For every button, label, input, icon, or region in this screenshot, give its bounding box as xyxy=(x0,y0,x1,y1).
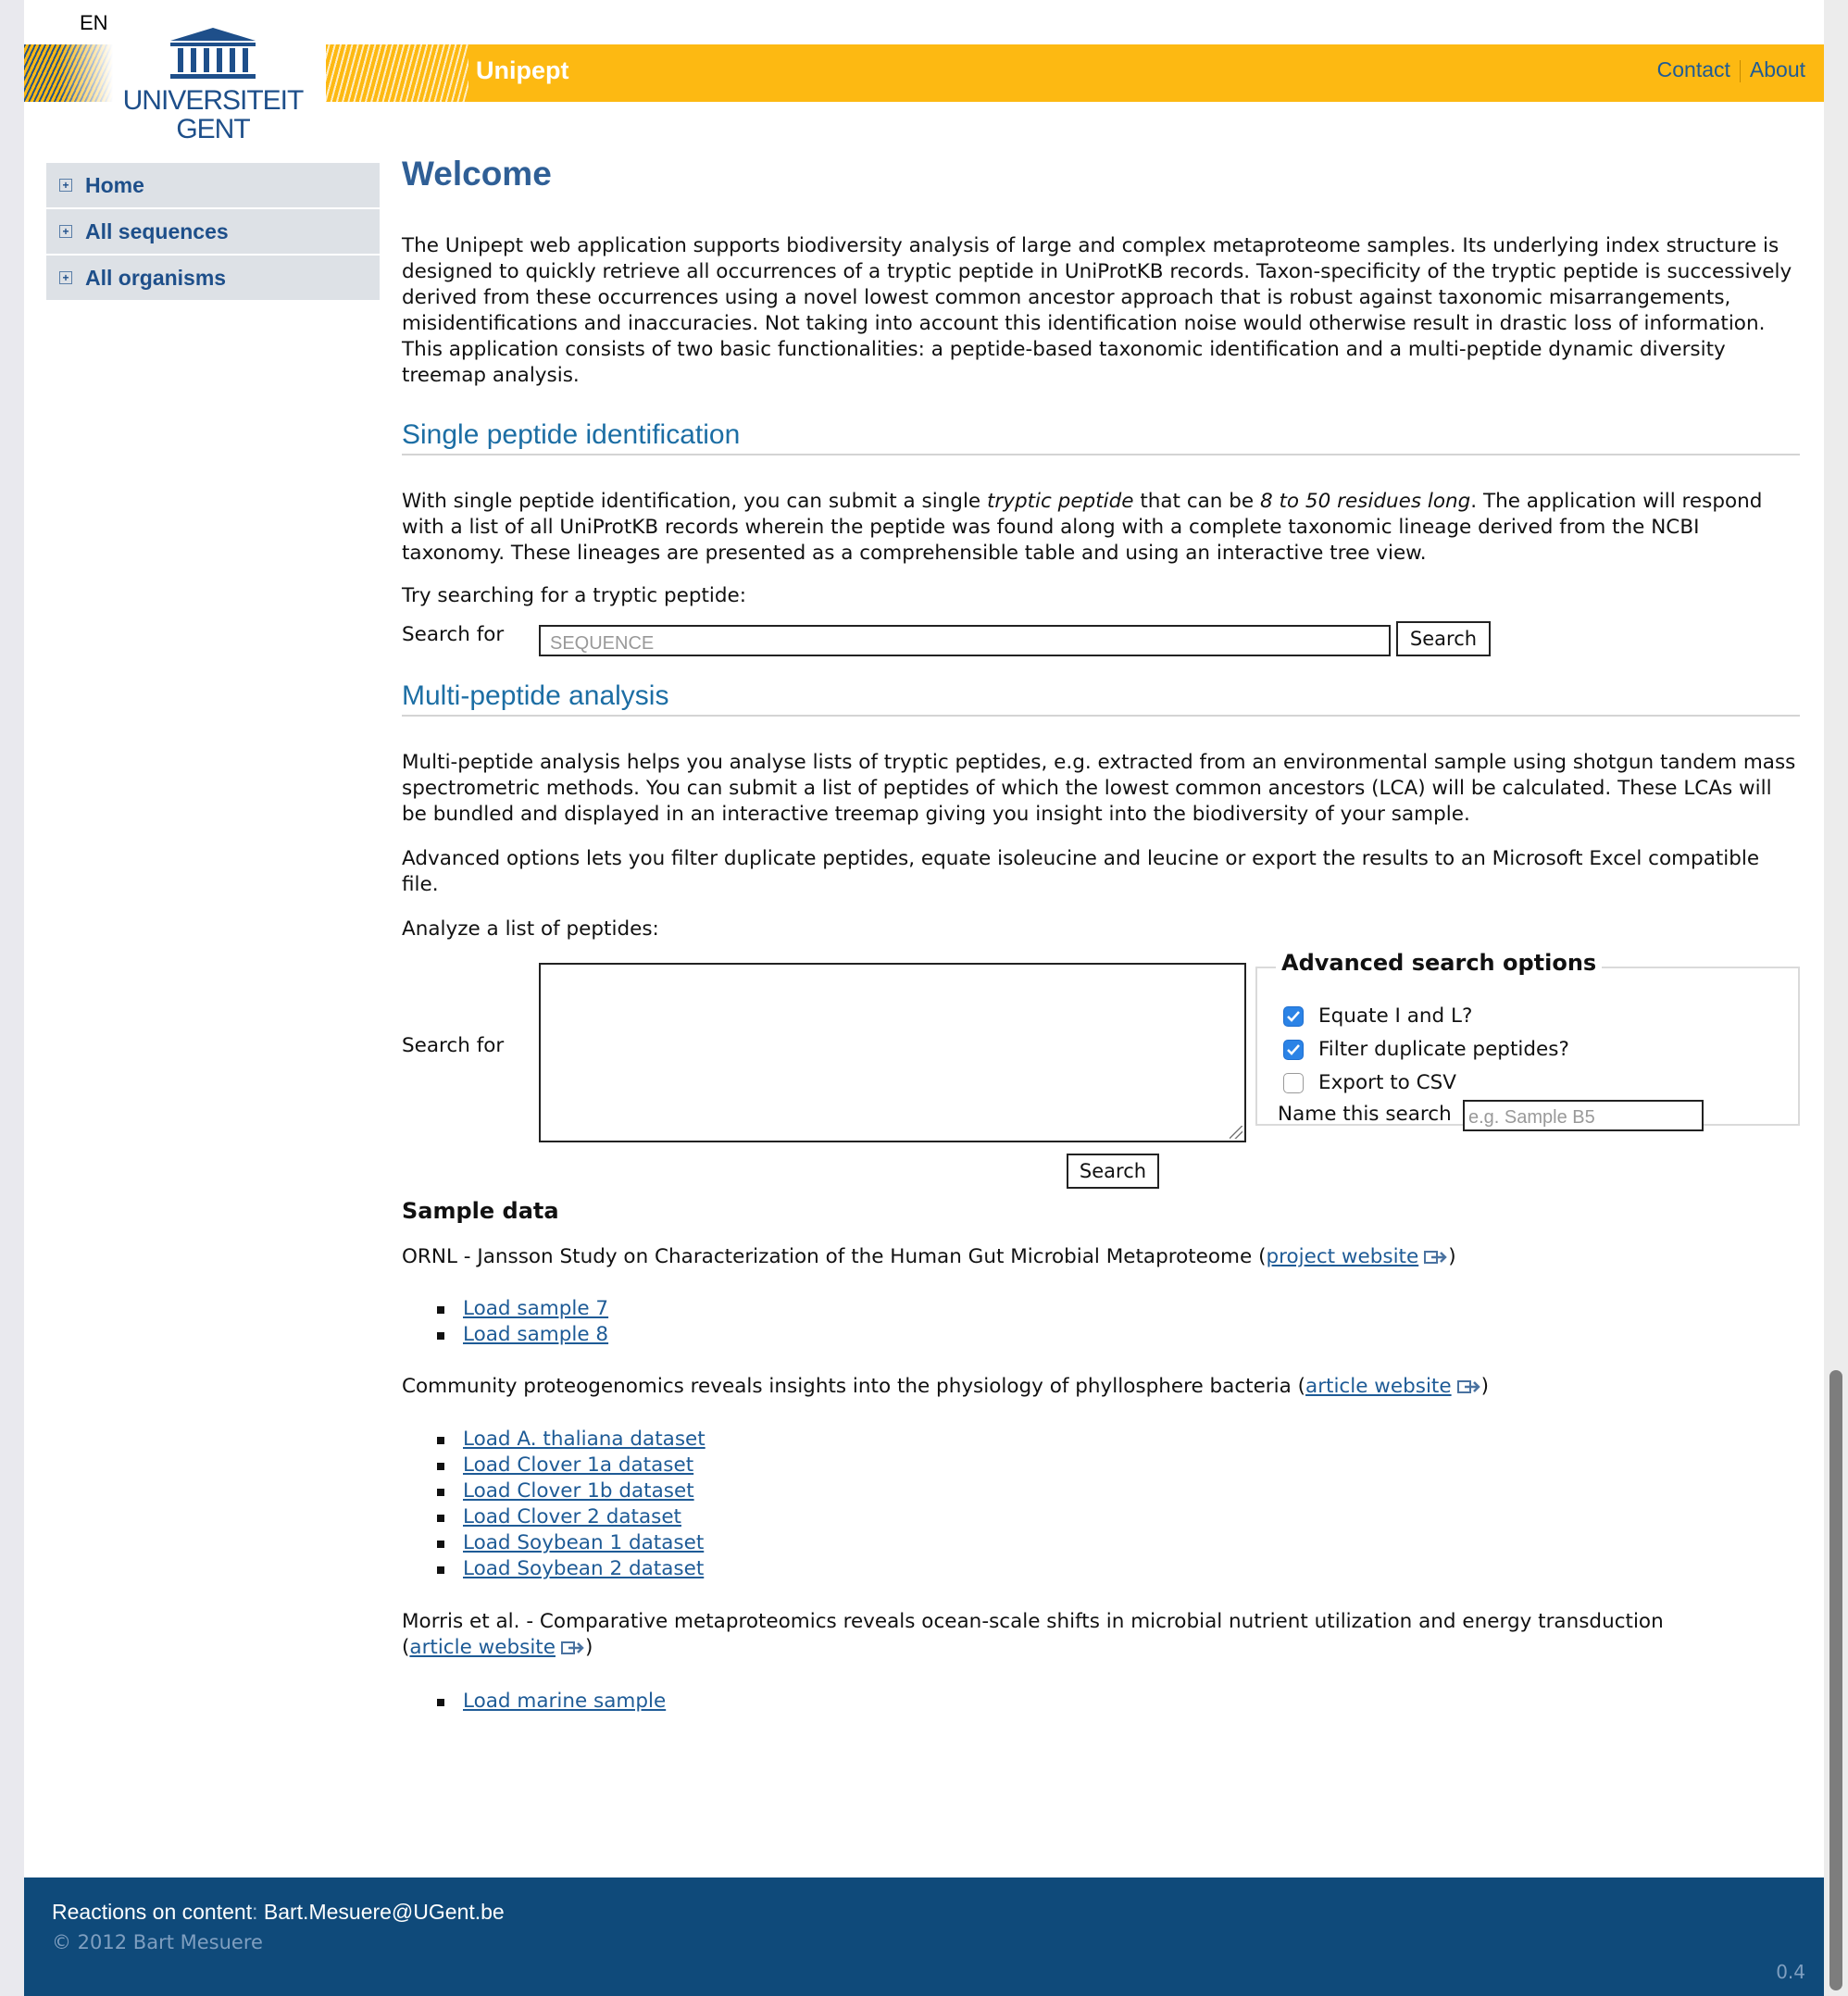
sidebar-item-all-organisms[interactable]: + All organisms xyxy=(46,256,380,300)
resize-grip-icon[interactable] xyxy=(1230,1126,1242,1139)
sidebar-item-all-sequences[interactable]: + All sequences xyxy=(46,209,380,254)
load-sample-link[interactable]: Load sample 8 xyxy=(463,1323,608,1346)
search-name-input[interactable]: e.g. Sample B5 xyxy=(1463,1100,1704,1131)
list-item: Load Clover 2 dataset xyxy=(437,1504,705,1530)
article-website-link[interactable]: article website xyxy=(409,1636,556,1659)
sample-data-heading: Sample data xyxy=(402,1198,559,1224)
list-item: Load Clover 1a dataset xyxy=(437,1453,705,1478)
about-link[interactable]: About xyxy=(1750,57,1805,81)
sidebar-item-label: All organisms xyxy=(85,265,227,290)
sample-group-1-title: ORNL - Jansson Study on Characterization… xyxy=(402,1245,1456,1268)
list-item: Load A. thaliana dataset xyxy=(437,1427,705,1453)
article-website-link[interactable]: article website xyxy=(1305,1375,1452,1398)
intro-paragraph: The Unipept web application supports bio… xyxy=(402,234,1792,387)
sample-list-1: Load sample 7 Load sample 8 xyxy=(402,1296,608,1348)
logo-text-line2: GENT xyxy=(176,114,250,144)
reactions-label: Reactions on content xyxy=(52,1900,253,1924)
expand-plus-icon: + xyxy=(59,271,72,284)
load-dataset-link[interactable]: Load A. thaliana dataset xyxy=(463,1428,705,1451)
ugent-logo[interactable]: UNIVERSITEIT GENT xyxy=(120,26,306,156)
single-search-button[interactable]: Search xyxy=(1396,621,1491,656)
sample-list-2: Load A. thaliana dataset Load Clover 1a … xyxy=(402,1427,705,1582)
equate-il-checkbox[interactable] xyxy=(1283,1006,1304,1027)
peptide-list-textarea[interactable] xyxy=(539,963,1246,1142)
sequence-search-input[interactable]: SEQUENCE xyxy=(539,625,1391,656)
sidebar-item-home[interactable]: + Home xyxy=(46,163,380,207)
sidebar-nav: + Home + All sequences + All organisms xyxy=(46,163,380,302)
export-csv-label: Export to CSV xyxy=(1318,1071,1456,1094)
sidebar-item-label: Home xyxy=(85,172,144,197)
equate-il-label: Equate I and L? xyxy=(1318,1004,1473,1028)
advanced-options-description: Advanced options lets you filter duplica… xyxy=(402,847,1760,896)
multi-search-button[interactable]: Search xyxy=(1067,1154,1159,1189)
load-dataset-link[interactable]: Load Clover 2 dataset xyxy=(463,1505,681,1528)
scrollbar-thumb[interactable] xyxy=(1829,1370,1842,1990)
try-search-text: Try searching for a tryptic peptide: xyxy=(402,584,747,607)
list-item: Load Soybean 2 dataset xyxy=(437,1556,705,1582)
load-sample-link[interactable]: Load sample 7 xyxy=(463,1297,608,1320)
list-item: Load sample 7 xyxy=(436,1296,608,1322)
top-links: Contact About xyxy=(1657,57,1805,82)
check-icon xyxy=(1287,1044,1300,1055)
expand-plus-icon: + xyxy=(59,225,72,238)
single-peptide-heading: Single peptide identification xyxy=(402,421,1800,455)
contact-email[interactable]: Bart.Mesuere@UGent.be xyxy=(264,1900,505,1924)
external-link-icon xyxy=(560,1641,584,1654)
site-title[interactable]: Unipept xyxy=(476,56,569,85)
advanced-options-legend: Advanced search options xyxy=(1276,950,1603,976)
filter-duplicates-label: Filter duplicate peptides? xyxy=(1318,1038,1569,1061)
building-icon xyxy=(170,28,256,79)
list-item: Load sample 8 xyxy=(436,1322,608,1348)
load-marine-sample-link[interactable]: Load marine sample xyxy=(463,1690,666,1713)
copyright: © 2012 Bart Mesuere xyxy=(52,1931,263,1953)
list-item: Load Soybean 1 dataset xyxy=(437,1530,705,1556)
load-dataset-link[interactable]: Load Clover 1a dataset xyxy=(463,1453,693,1477)
list-item: Load marine sample xyxy=(436,1689,666,1715)
export-csv-checkbox[interactable] xyxy=(1283,1073,1304,1093)
project-website-link[interactable]: project website xyxy=(1266,1245,1418,1268)
sample-group-3-title: Morris et al. - Comparative metaproteomi… xyxy=(402,1610,1664,1659)
single-peptide-description: With single peptide identification, you … xyxy=(402,490,1763,565)
load-dataset-link[interactable]: Load Clover 1b dataset xyxy=(463,1479,694,1503)
load-dataset-link[interactable]: Load Soybean 2 dataset xyxy=(463,1557,704,1580)
logo-text-line1: UNIVERSITEIT xyxy=(122,85,305,116)
expand-plus-icon: + xyxy=(59,179,72,192)
external-link-icon xyxy=(1456,1380,1480,1393)
link-separator xyxy=(1739,59,1741,82)
page-title: Welcome xyxy=(402,155,552,193)
language-selector[interactable]: EN xyxy=(80,11,108,35)
external-link-icon xyxy=(1424,1251,1447,1264)
name-search-label: Name this search xyxy=(1278,1103,1452,1126)
multi-peptide-heading: Multi-peptide analysis xyxy=(402,682,1800,717)
version-number: 0.4 xyxy=(1776,1961,1805,1983)
analyze-text: Analyze a list of peptides: xyxy=(402,917,659,941)
search-label: Search for xyxy=(402,623,505,646)
sample-group-2-title: Community proteogenomics reveals insight… xyxy=(402,1375,1489,1398)
check-icon xyxy=(1287,1011,1300,1022)
load-dataset-link[interactable]: Load Soybean 1 dataset xyxy=(463,1531,704,1554)
footer: Reactions on content: Bart.Mesuere@UGent… xyxy=(24,1877,1824,1996)
contact-link[interactable]: Contact xyxy=(1657,57,1730,81)
footer-contact: Reactions on content: Bart.Mesuere@UGent… xyxy=(52,1900,505,1924)
multi-search-label: Search for xyxy=(402,1034,505,1057)
sample-list-3: Load marine sample xyxy=(402,1689,666,1715)
sidebar-item-label: All sequences xyxy=(85,218,229,243)
list-item: Load Clover 1b dataset xyxy=(437,1478,705,1504)
page: EN UNIVERSITEIT GENT Unipept Contact Abou… xyxy=(24,0,1824,1996)
filter-duplicates-checkbox[interactable] xyxy=(1283,1040,1304,1060)
multi-peptide-description: Multi-peptide analysis helps you analyse… xyxy=(402,751,1796,826)
